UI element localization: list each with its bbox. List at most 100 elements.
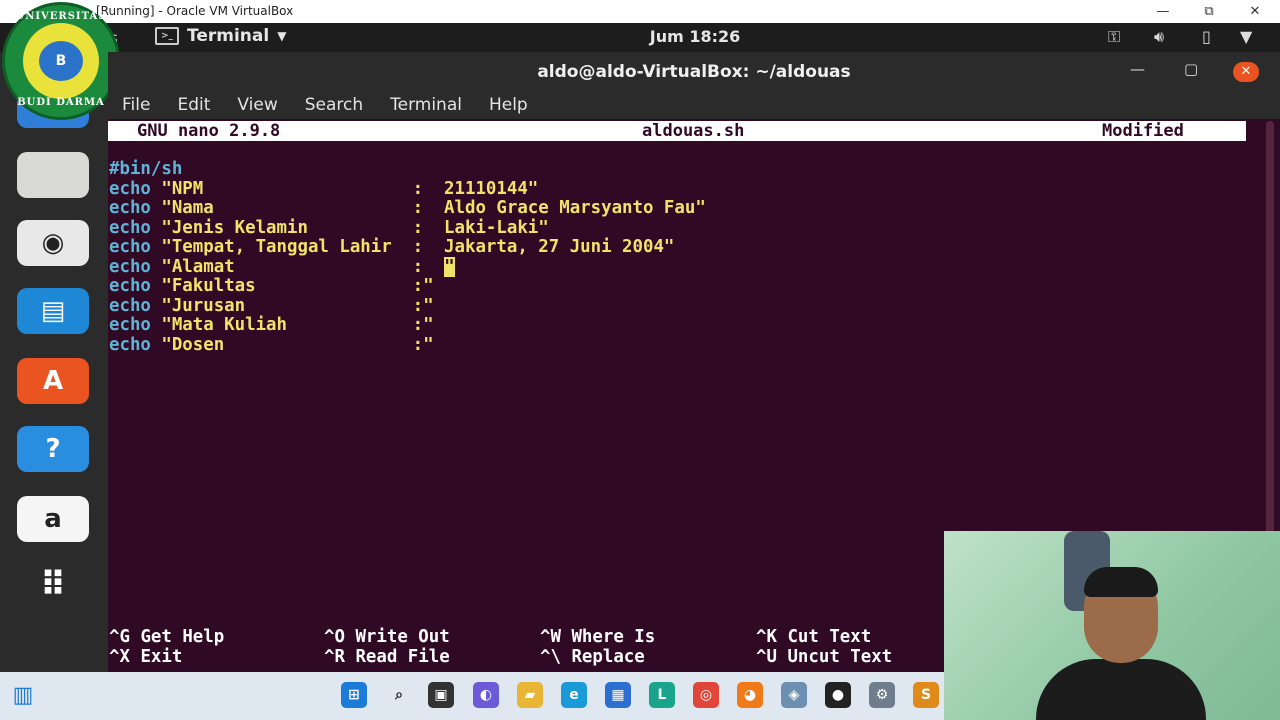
windows-start-icon[interactable]: ⊞ [341,682,367,708]
shortcut-key: ^K [756,627,777,647]
code-text: "Nama : Aldo Grace Marsyanto Fau" [150,198,706,218]
dock-item[interactable]: ? [16,424,90,474]
system-menu-arrow-icon[interactable]: ▼ [1240,27,1252,46]
webcam-person-body [1036,659,1206,720]
menu-search[interactable]: Search [291,92,376,119]
edge-icon[interactable]: e [561,682,587,708]
code-line: echo "Mata Kuliah :" [109,315,706,336]
dock-item[interactable]: A [16,356,90,406]
shortcut-label: Get Help [140,627,225,647]
code-line: echo "Dosen :" [109,334,706,356]
obs-icon[interactable]: ● [825,682,851,708]
shortcut-label: Exit [140,646,183,667]
menu-file[interactable]: File [108,92,163,119]
shortcut-key: ^O [324,627,345,647]
shortcut-item: ^\ Replace [540,647,645,667]
code-text: "Dosen :" [150,334,434,355]
menu-view[interactable]: View [223,92,290,119]
search-icon[interactable]: ⌕ [386,682,412,708]
dock-item[interactable]: ▤ [16,286,90,336]
code-keyword: echo [109,295,151,316]
code-keyword: echo [109,237,151,257]
battery-icon[interactable]: ▯ [1202,27,1211,46]
chrome-icon[interactable]: ◎ [693,682,719,708]
vbox-window-title: [Running] - Oracle VM VirtualBox [96,4,294,18]
shortcut-item: ^G Get Help [109,627,224,647]
code-text: "Jurusan :" [150,295,434,316]
terminal-maximize-button[interactable]: ▢ [1184,60,1198,78]
code-line: echo "Tempat, Tanggal Lahir : Jakarta, 2… [109,237,706,258]
code-line: echo "Nama : Aldo Grace Marsyanto Fau" [109,198,706,219]
ubuntu-top-bar: s >_ Terminal ▼ Jum 18:26 ⚿ 🔊︎ ▯ ▼ [0,23,1280,52]
virtualbox-icon[interactable]: ◈ [781,682,807,708]
terminal-minimize-button[interactable]: — [1130,60,1145,78]
code-keyword: echo [109,276,151,296]
code-line-shebang: #bin/sh [109,159,183,179]
code-text: "Tempat, Tanggal Lahir : Jakarta, 27 Jun… [150,237,675,257]
dock-item[interactable]: ◉ [16,218,90,268]
menu-help[interactable]: Help [475,92,541,119]
webcam-person-hair [1084,567,1158,597]
volume-icon[interactable]: 🔊︎ [1154,27,1164,47]
file-explorer-icon[interactable]: ▰ [517,682,543,708]
clock[interactable]: Jum 18:26 [0,27,1280,46]
menu-terminal[interactable]: Terminal [376,92,475,119]
firefox-icon[interactable]: ◕ [737,682,763,708]
network-icon[interactable]: ⚿ [1108,27,1120,47]
shortcut-label: Cut Text [787,627,872,647]
code-keyword: echo [109,198,151,218]
code-line: echo "Jurusan :" [109,295,706,317]
shortcut-label: Read File [355,646,450,667]
shortcut-key: ^U [756,646,777,667]
shortcut-label: Where Is [571,627,656,647]
store-icon[interactable]: ▦ [605,682,631,708]
webcam-overlay [944,531,1280,720]
code-text: "Alamat : [150,256,445,277]
shortcut-item: ^O Write Out [324,627,450,647]
vbox-titlebar: [Running] - Oracle VM VirtualBox — ⧉ ✕ [0,0,1280,23]
close-button[interactable]: ✕ [1232,0,1278,23]
ubuntu-dock: ✉◉▤A?a⠿ [0,52,108,672]
code-area[interactable]: #bin/sh echo "NPM : 21110144" echo "Nama … [109,159,706,356]
dock-item[interactable]: a [16,494,90,544]
logo-bottom-text: BUDI DARMA [17,97,105,108]
shortcut-item: ^K Cut Text [756,627,871,647]
chat-icon[interactable]: ◐ [473,682,499,708]
text-cursor: " [444,256,455,277]
terminal-title: aldo@aldo-VirtualBox: ~/aldouas [537,62,851,82]
nano-header: GNU nano 2.9.8 aldouas.sh Modified [108,121,1246,141]
globe-icon: B [39,41,83,81]
shortcut-label: Write Out [355,627,450,647]
code-line: echo "Alamat : " [109,256,706,278]
university-logo: UNIVERSITAS B BUDI DARMA [2,2,120,120]
task-view-icon[interactable]: ▣ [428,682,454,708]
menu-edit[interactable]: Edit [163,92,223,119]
minimize-button[interactable]: — [1140,0,1186,23]
shortcut-item: ^W Where Is [540,627,655,647]
maximize-button[interactable]: ⧉ [1186,0,1232,23]
shortcut-item: ^X Exit [109,647,182,667]
sublime-icon[interactable]: S [913,682,939,708]
code-text: "Fakultas :" [150,276,434,296]
code-line: echo "NPM : 21110144" [109,178,706,200]
terminal-close-button[interactable]: ✕ [1233,62,1259,82]
shortcut-label: Uncut Text [787,646,893,667]
nano-status: Modified [1102,121,1184,141]
shortcut-key: ^W [540,627,561,647]
dock-item[interactable] [16,150,90,200]
settings-icon[interactable]: ⚙ [869,682,895,708]
amazon-icon: a [17,496,89,542]
shortcut-item: ^R Read File [324,647,450,667]
shortcut-key: ^G [109,627,130,647]
app-grid-icon: ⠿ [39,565,67,605]
l-app-icon[interactable]: L [649,682,675,708]
shortcut-label: Replace [571,646,645,667]
dock-item[interactable]: ⠿ [16,560,90,610]
code-keyword: echo [109,315,151,335]
rhythmbox-icon: ◉ [17,220,89,266]
code-line: echo "Jenis Kelamin : Laki-Laki" [109,218,706,239]
code-keyword: echo [109,334,151,355]
writer-icon: ▤ [17,288,89,334]
code-text: "NPM : 21110144" [150,178,539,199]
snap-layout-icon[interactable]: ▥ [10,682,36,708]
